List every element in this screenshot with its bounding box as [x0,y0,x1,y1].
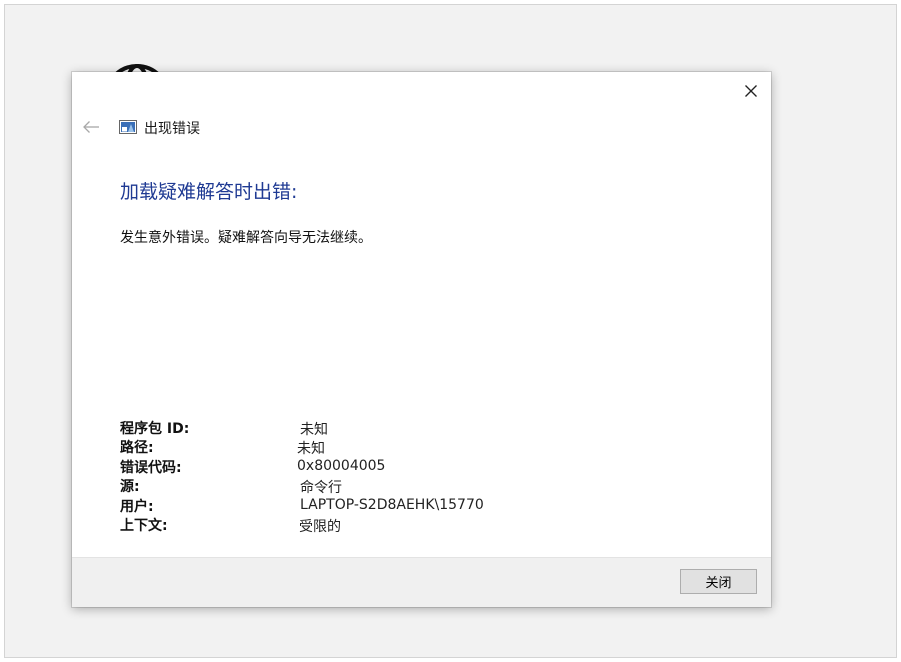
detail-label: 错误代码: [120,459,182,476]
detail-label: 上下文: [120,517,168,534]
detail-value: LAPTOP-S2D8AEHK\15770 [300,496,484,513]
back-arrow-icon[interactable] [82,119,100,133]
error-message: 发生意外错误。疑难解答向导无法继续。 [120,230,372,246]
detail-label: 用户: [120,498,154,515]
detail-label: 源: [120,479,140,496]
detail-value: 未知 [297,441,325,458]
troubleshooter-icon [119,120,137,135]
detail-label: 程序包 ID: [120,421,190,437]
close-button[interactable]: 关闭 [680,569,757,594]
error-heading: 加载疑难解答时出错: [120,181,298,203]
detail-value: 受限的 [299,518,341,535]
detail-label: 路径: [120,440,154,457]
detail-value: 未知 [300,422,328,438]
dialog-title: 出现错误 [144,121,200,137]
detail-value: 命令行 [300,480,342,497]
dialog-footer: 关闭 [72,557,771,607]
close-icon[interactable] [741,81,761,101]
error-dialog: 出现错误 加载疑难解答时出错: 发生意外错误。疑难解答向导无法继续。 程序包 I… [72,72,771,607]
detail-value: 0x80004005 [297,457,386,474]
